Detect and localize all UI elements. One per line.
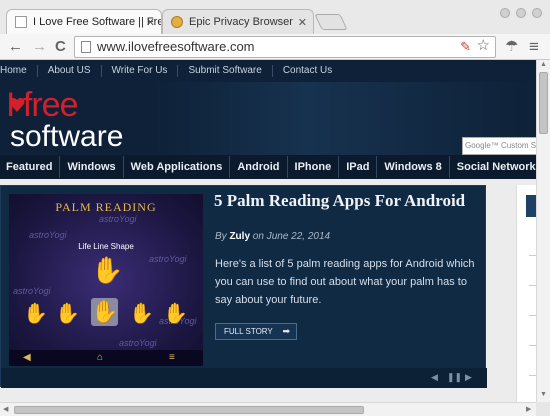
scroll-up-icon[interactable]: ▲ <box>540 61 547 68</box>
browser-toolbar: ← → C www.ilovefreesoftware.com ✎ ☆ ☂ ≡ <box>0 34 550 60</box>
bookmark-star-icon[interactable]: ☆ <box>477 36 490 56</box>
browser-window: I Love Free Software || Free ✕ Epic Priv… <box>0 0 550 416</box>
cat-featured[interactable]: Featured <box>0 156 61 178</box>
window-close-button[interactable] <box>532 8 542 18</box>
watermark: astroYogi <box>13 286 51 296</box>
topnav-contact[interactable]: Contact Us <box>273 65 342 77</box>
site-search-input[interactable]: Google™ Custom Se <box>462 137 536 155</box>
featured-title[interactable]: 5 Palm Reading Apps For Android <box>214 192 476 210</box>
sidebar <box>516 185 536 402</box>
watermark: astroYogi <box>99 214 137 224</box>
site-header: I free software Google™ Custom Se <box>0 82 536 155</box>
cat-iphone[interactable]: IPhone <box>288 156 340 178</box>
slider-controls: ◀ ❚❚ ▶ <box>1 368 487 388</box>
palm-hand-icon: ✋ <box>91 298 119 326</box>
full-story-label: FULL STORY <box>224 327 273 336</box>
arrow-right-icon: ➡ <box>282 326 290 336</box>
post-author[interactable]: Zuly <box>229 231 250 242</box>
horizontal-scroll-thumb[interactable] <box>14 406 364 414</box>
window-maximize-button[interactable] <box>516 8 526 18</box>
vertical-scroll-thumb[interactable] <box>539 72 548 134</box>
featured-post: astroYogi astroYogi astroYogi astroYogi … <box>0 185 487 388</box>
chrome-favicon-icon <box>171 16 183 28</box>
window-minimize-button[interactable] <box>500 8 510 18</box>
full-story-button[interactable]: FULL STORY ➡ <box>215 323 297 340</box>
scroll-right-icon[interactable]: ▶ <box>526 405 531 413</box>
vertical-scrollbar[interactable]: ▲ ▼ <box>536 60 550 402</box>
tab-strip: I Love Free Software || Free ✕ Epic Priv… <box>0 0 550 34</box>
topnav-write[interactable]: Write For Us <box>102 65 179 77</box>
cat-web-applications[interactable]: Web Applications <box>124 156 231 178</box>
scroll-left-icon[interactable]: ◀ <box>3 405 8 413</box>
topnav-home[interactable]: Home <box>0 65 38 77</box>
logo-line2: software <box>10 120 124 153</box>
palm-hand-icon: ✋ <box>55 303 80 325</box>
address-bar[interactable]: www.ilovefreesoftware.com ✎ ☆ <box>74 36 496 58</box>
post-date: on June 22, 2014 <box>252 231 331 242</box>
page-viewport: Home About US Write For Us Submit Softwa… <box>0 60 536 402</box>
menu-icon: ≡ <box>169 352 175 363</box>
cat-windows-8[interactable]: Windows 8 <box>377 156 450 178</box>
horizontal-scrollbar[interactable]: ◀ ▶ <box>0 402 536 416</box>
thumbnail-title: PALM READING <box>55 200 157 214</box>
close-tab-icon[interactable]: ✕ <box>146 16 155 29</box>
tab-title: I Love Free Software || Free <box>33 16 162 28</box>
topnav-about[interactable]: About US <box>38 65 102 77</box>
new-tab-button[interactable] <box>314 14 348 30</box>
forward-arrow-icon[interactable]: → <box>32 37 47 57</box>
divider <box>529 255 536 256</box>
featured-thumbnail[interactable]: astroYogi astroYogi astroYogi astroYogi … <box>9 194 203 366</box>
tab-epic-privacy[interactable]: Epic Privacy Browser ✕ <box>162 9 314 34</box>
cat-ipad[interactable]: IPad <box>339 156 378 178</box>
back-arrow-icon[interactable]: ← <box>8 37 23 57</box>
palm-hand-icon: ✋ <box>91 255 124 285</box>
umbrella-extension-icon[interactable]: ☂ <box>505 37 518 57</box>
topnav-submit[interactable]: Submit Software <box>178 65 273 77</box>
next-slide-icon[interactable]: ▶ <box>465 372 472 383</box>
extension-icon[interactable]: ✎ <box>460 37 471 57</box>
watermark: astroYogi <box>29 230 67 240</box>
menu-icon[interactable]: ≡ <box>529 37 539 57</box>
cat-android[interactable]: Android <box>230 156 288 178</box>
divider <box>529 285 536 286</box>
by-label: By <box>215 231 227 242</box>
sidebar-widget-header <box>526 195 536 217</box>
palm-hand-icon: ✋ <box>129 303 154 325</box>
cat-windows[interactable]: Windows <box>60 156 124 178</box>
heart-icon <box>9 98 25 112</box>
close-tab-icon[interactable]: ✕ <box>298 16 307 29</box>
prev-slide-icon[interactable]: ◀ <box>431 372 438 383</box>
divider <box>529 315 536 316</box>
divider <box>529 345 536 346</box>
category-nav: Featured Windows Web Applications Androi… <box>0 155 536 179</box>
tab-ilovefreesoftware[interactable]: I Love Free Software || Free ✕ <box>6 9 162 34</box>
tab-title: Epic Privacy Browser <box>189 16 293 28</box>
divider <box>529 375 536 376</box>
page-favicon-icon <box>15 16 27 28</box>
watermark: astroYogi <box>149 254 187 264</box>
address-url: www.ilovefreesoftware.com <box>97 39 255 54</box>
cat-social-network[interactable]: Social Network <box>450 156 536 178</box>
home-icon: ⌂ <box>97 352 104 363</box>
scroll-down-icon[interactable]: ▼ <box>540 391 547 398</box>
page-icon <box>81 41 91 53</box>
site-top-nav: Home About US Write For Us Submit Softwa… <box>0 60 536 82</box>
palm-hand-icon: ✋ <box>23 303 48 325</box>
post-meta: By Zuly on June 22, 2014 <box>215 231 330 242</box>
thumbnail-toolbar: ◀ ⌂ ≡ <box>9 350 203 366</box>
palm-hand-icon: ✋ <box>163 303 188 325</box>
thumbnail-subtitle: Life Line Shape <box>78 242 134 251</box>
pause-slide-icon[interactable]: ❚❚ <box>447 372 462 383</box>
watermark: astroYogi <box>119 338 157 348</box>
back-arrow-icon: ◀ <box>23 352 31 363</box>
scroll-corner <box>536 402 550 416</box>
featured-description: Here's a list of 5 palm reading apps for… <box>215 258 475 306</box>
reload-icon[interactable]: C <box>55 37 66 57</box>
